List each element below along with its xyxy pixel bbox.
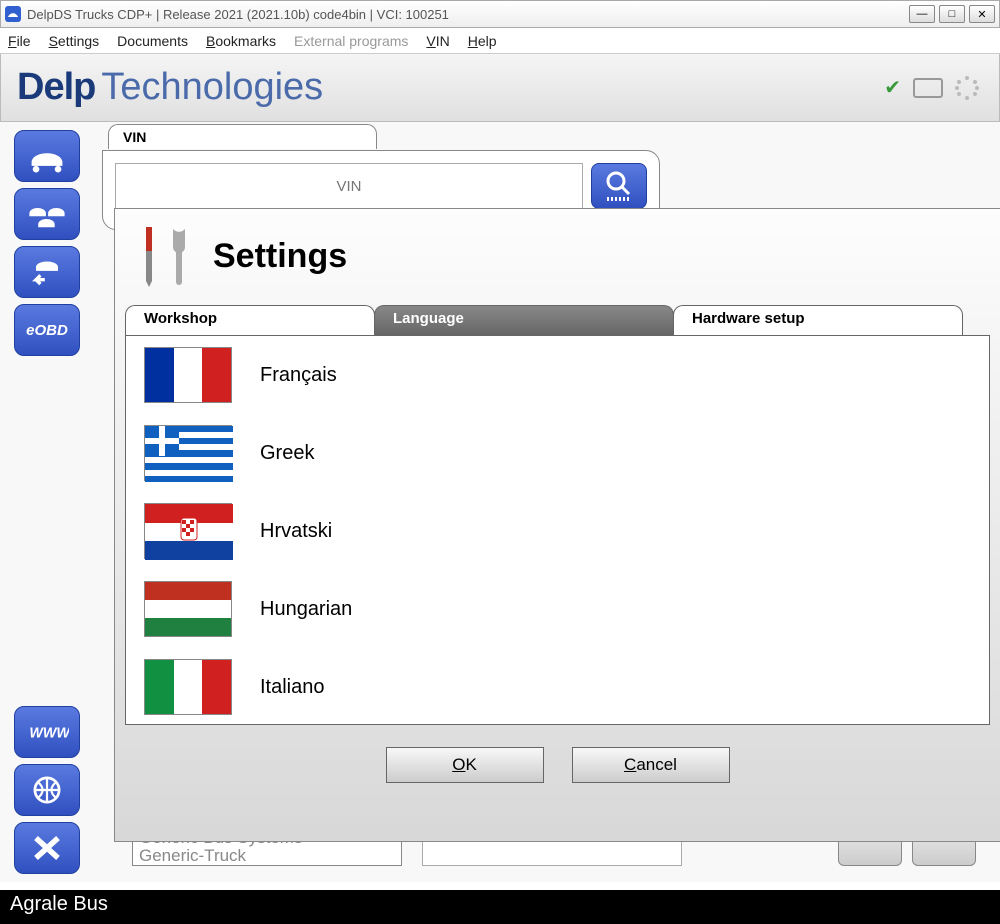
menu-documents[interactable]: Documents <box>117 33 188 49</box>
close-button[interactable]: ✕ <box>969 5 995 23</box>
tab-language[interactable]: Language <box>374 305 674 335</box>
sidebar-globe-button[interactable] <box>14 764 80 816</box>
menu-external-programs: External programs <box>294 33 408 49</box>
header-bar: Delp Technologies ✔ <box>0 54 1000 122</box>
loading-dots-icon <box>955 76 979 100</box>
statusbar: Agrale Bus <box>0 890 1000 924</box>
tab-hardware[interactable]: Hardware setup <box>673 305 963 335</box>
menu-bookmarks[interactable]: Bookmarks <box>206 33 276 49</box>
menu-help[interactable]: Help <box>468 33 497 49</box>
language-item-francais[interactable]: Français <box>126 336 989 414</box>
flag-croatia-icon <box>144 503 232 559</box>
sidebar-car-back-button[interactable] <box>14 246 80 298</box>
vin-search-button[interactable] <box>591 163 647 209</box>
titlebar: DelpDS Trucks CDP+ | Release 2021 (2021.… <box>0 0 1000 28</box>
menubar: File Settings Documents Bookmarks Extern… <box>0 28 1000 54</box>
window-title: DelpDS Trucks CDP+ | Release 2021 (2021.… <box>27 7 909 22</box>
flag-italy-icon <box>144 659 232 715</box>
card-icon <box>913 78 943 98</box>
sidebar-eobd-button[interactable]: eOBD <box>14 304 80 356</box>
search-barcode-icon <box>602 169 636 203</box>
language-item-greek[interactable]: Greek <box>126 414 989 492</box>
vin-input[interactable] <box>115 163 583 209</box>
settings-tools-icon <box>139 223 195 289</box>
tab-workshop[interactable]: Workshop <box>125 305 375 335</box>
sidebar-close-x-button[interactable] <box>14 822 80 874</box>
menu-vin[interactable]: VIN <box>426 33 449 49</box>
cancel-button[interactable]: Cancel <box>572 747 730 783</box>
check-icon: ✔ <box>884 75 901 100</box>
sidebar-multi-car-button[interactable] <box>14 188 80 240</box>
ok-button[interactable]: OK <box>386 747 544 783</box>
sidebar-car-button[interactable] <box>14 130 80 182</box>
language-item-italiano[interactable]: Italiano <box>126 648 989 725</box>
maximize-button[interactable]: □ <box>939 5 965 23</box>
settings-dialog: Settings Workshop Language Hardware setu… <box>114 208 1000 842</box>
menu-settings[interactable]: Settings <box>49 33 100 49</box>
logo-part2: Technologies <box>101 66 323 109</box>
vin-tab[interactable]: VIN <box>108 124 377 149</box>
flag-greece-icon <box>144 425 232 481</box>
dialog-title: Settings <box>213 237 347 276</box>
menu-file[interactable]: File <box>8 33 31 49</box>
flag-france-icon <box>144 347 232 403</box>
minimize-button[interactable]: — <box>909 5 935 23</box>
flag-hungary-icon <box>144 581 232 637</box>
app-icon <box>5 6 21 22</box>
language-list: Français Greek Hrvatski Hungarian Italia… <box>125 335 990 725</box>
language-item-hrvatski[interactable]: Hrvatski <box>126 492 989 570</box>
language-item-hungarian[interactable]: Hungarian <box>126 570 989 648</box>
logo-part1: Delp <box>17 66 95 109</box>
sidebar: eOBD WWW <box>0 122 94 882</box>
sidebar-www-button[interactable]: WWW <box>14 706 80 758</box>
svg-text:WWW: WWW <box>29 726 69 742</box>
